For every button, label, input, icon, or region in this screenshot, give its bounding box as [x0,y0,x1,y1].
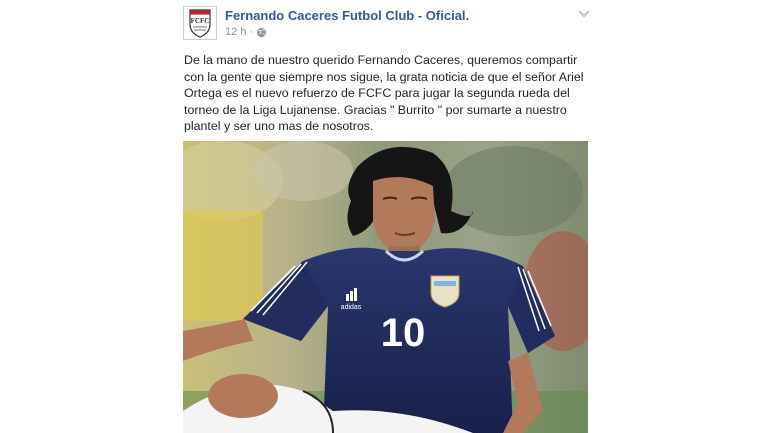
post-meta: 12 h · [225,26,267,38]
svg-text:10: 10 [381,311,426,355]
facebook-post: FCFC Fernando Caceres Futbol Club - Ofic… [0,0,770,433]
page-avatar[interactable]: FCFC [183,6,217,40]
post-text-line: con la gente que siempre nos sigue, la g… [184,69,584,84]
post-text-line: torneo de la Liga Lujanense. Gracias " B… [184,102,567,117]
player-photo-illustration: adidas 10 [183,141,588,433]
meta-separator: · [249,26,254,38]
post-timestamp[interactable]: 12 h [225,26,246,38]
globe-icon[interactable] [256,27,267,38]
post-text-line: De la mano de nuestro querido Fernando C… [184,53,578,67]
post-text-line: Ortega es el nuevo refuerzo de FCFC para… [184,86,570,100]
svg-text:FCFC: FCFC [191,17,210,25]
post-text-line: plantel y ser uno mas de nosotros. [184,119,374,133]
page-name-link[interactable]: Fernando Caceres Futbol Club - Oficial. [225,8,469,23]
post-text: De la mano de nuestro querido Fernando C… [184,52,594,135]
svg-text:adidas: adidas [341,304,362,311]
post-photo[interactable]: adidas 10 [183,141,588,433]
club-crest-icon: FCFC [184,7,216,39]
chevron-down-icon[interactable] [577,8,591,20]
